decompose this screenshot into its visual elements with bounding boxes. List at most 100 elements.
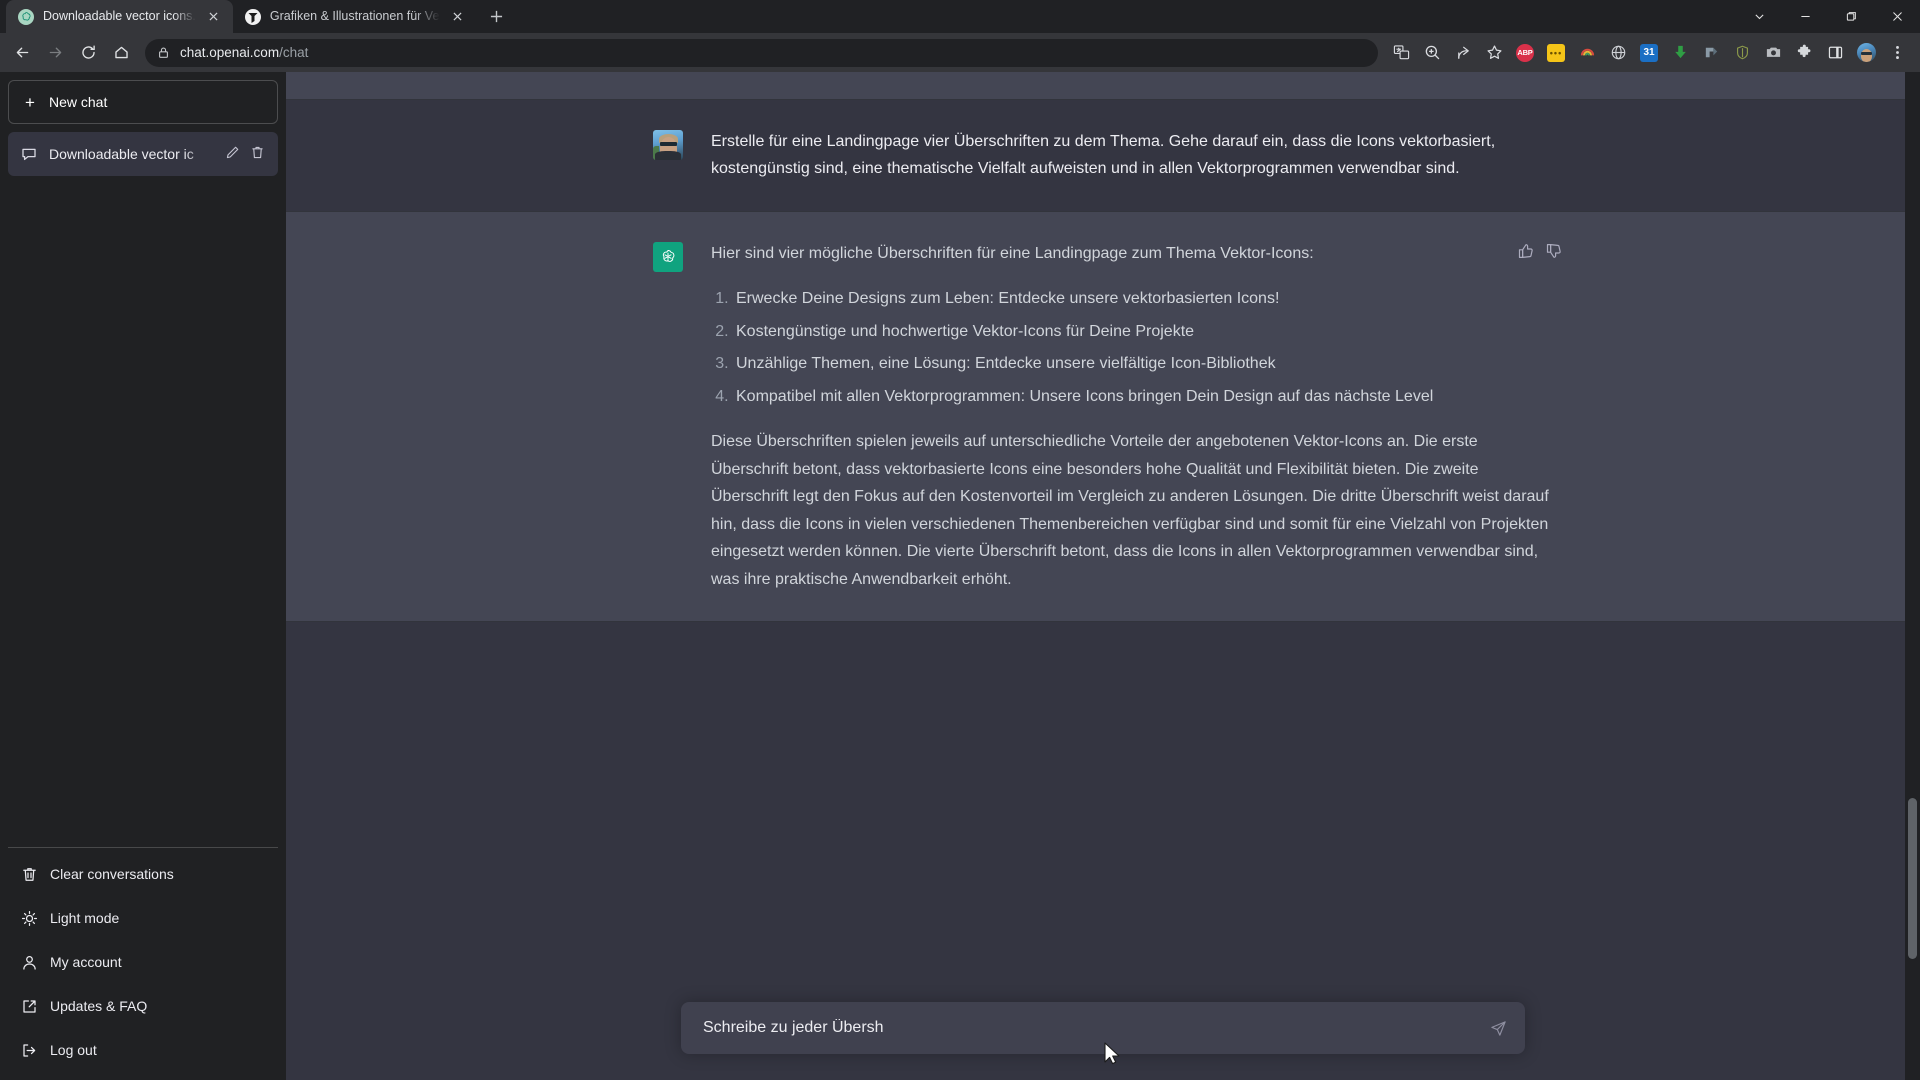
message-body: Hier sind vier mögliche Überschriften fü… bbox=[711, 240, 1553, 594]
openai-logo-avatar bbox=[653, 241, 683, 272]
rainbow-extension[interactable] bbox=[1572, 38, 1602, 68]
sidebar-item-log-out[interactable]: Log out bbox=[8, 1028, 278, 1072]
sun-icon bbox=[21, 910, 38, 927]
forward-arrow-icon[interactable] bbox=[39, 37, 71, 69]
conversation-item-0[interactable]: Downloadable vector ic bbox=[8, 132, 278, 176]
message-assistant: Hier sind vier mögliche Überschriften fü… bbox=[286, 210, 1920, 623]
tutkit-favicon-icon bbox=[244, 8, 261, 25]
minimize-button[interactable] bbox=[1782, 0, 1828, 32]
new-tab-button[interactable] bbox=[483, 2, 511, 30]
bookmark-star-icon[interactable] bbox=[1479, 38, 1509, 68]
list-item: Kompatibel mit allen Vektorprogrammen: U… bbox=[733, 383, 1553, 411]
avatar-body bbox=[655, 150, 681, 160]
profile-avatar-image bbox=[1856, 43, 1876, 62]
message-input[interactable] bbox=[703, 1019, 1475, 1037]
pencil-icon[interactable] bbox=[225, 145, 240, 163]
plus-icon: + bbox=[25, 92, 35, 112]
new-chat-label: New chat bbox=[49, 94, 108, 110]
chat-scroll-area[interactable]: Vektor-Icons zum Herunterladen. Kostenlo… bbox=[286, 72, 1920, 1080]
external-link-icon bbox=[21, 998, 38, 1015]
sidebar-item-label: Updates & FAQ bbox=[50, 998, 148, 1014]
scrollbar-thumb[interactable] bbox=[1908, 797, 1917, 960]
back-arrow-icon[interactable] bbox=[6, 37, 38, 69]
sidebar-item-light-mode[interactable]: Light mode bbox=[8, 896, 278, 940]
messages-container: Vektor-Icons zum Herunterladen. Kostenlo… bbox=[286, 72, 1920, 1080]
url-path: /chat bbox=[279, 45, 309, 60]
user-message-text: Erstelle für eine Landingpage vier Übers… bbox=[711, 132, 1496, 178]
calendar-badge: 31 bbox=[1640, 43, 1658, 62]
sidebar-item-label: Clear conversations bbox=[50, 866, 174, 882]
person-icon bbox=[21, 954, 38, 971]
headline-list: Erwecke Deine Designs zum Leben: Entdeck… bbox=[711, 285, 1553, 410]
message-user: Erstelle für eine Landingpage vier Übers… bbox=[286, 99, 1920, 211]
maximize-button[interactable] bbox=[1828, 0, 1874, 32]
message-body: Erstelle für eine Landingpage vier Übers… bbox=[711, 128, 1553, 183]
list-item: Erwecke Deine Designs zum Leben: Entdeck… bbox=[733, 285, 1553, 313]
message-assistant-partial: Vektor-Icons zum Herunterladen. Kostenlo… bbox=[286, 72, 1920, 100]
extensions-puzzle-icon[interactable] bbox=[1789, 38, 1819, 68]
conversation-actions bbox=[225, 145, 265, 163]
browser-window: Downloadable vector icons. Grafiken & Il… bbox=[0, 0, 1920, 1080]
assistant-lead-text: Hier sind vier mögliche Überschriften fü… bbox=[711, 244, 1314, 262]
url-domain: chat.openai.com bbox=[180, 45, 280, 60]
thumbs-up-icon[interactable] bbox=[1517, 242, 1535, 265]
message-body: Vektor-Icons zum Herunterladen. Kostenlo… bbox=[711, 72, 1553, 75]
sidebar-item-label: Log out bbox=[50, 1042, 97, 1058]
browser-tab-0[interactable]: Downloadable vector icons. bbox=[6, 0, 233, 33]
tab-search-button[interactable] bbox=[1736, 0, 1782, 32]
openai-favicon-icon bbox=[18, 8, 34, 25]
list-item: Unzählige Themen, eine Lösung: Entdecke … bbox=[733, 350, 1553, 378]
close-window-button[interactable] bbox=[1874, 0, 1920, 32]
globe-extension[interactable] bbox=[1603, 38, 1633, 68]
trash-icon[interactable] bbox=[250, 145, 265, 163]
yellow-badge: ••• bbox=[1547, 43, 1565, 62]
composer[interactable] bbox=[681, 1002, 1525, 1054]
yellow-extension[interactable]: ••• bbox=[1541, 38, 1571, 68]
avatar-sunglasses bbox=[660, 141, 677, 146]
message-feedback-controls bbox=[1517, 242, 1563, 265]
tab-title: Downloadable vector icons. bbox=[43, 9, 196, 23]
new-chat-button[interactable]: + New chat bbox=[8, 80, 278, 124]
sidebar-item-clear-conversations[interactable]: Clear conversations bbox=[8, 852, 278, 896]
chat-bubble-icon bbox=[21, 146, 37, 162]
home-icon[interactable] bbox=[105, 37, 137, 69]
adblock-plus-extension[interactable]: ABP bbox=[1510, 38, 1540, 68]
window-controls bbox=[1736, 0, 1920, 32]
browser-tab-1[interactable]: Grafiken & Illustrationen für Vekt bbox=[233, 0, 477, 33]
trash-icon bbox=[21, 866, 38, 883]
url-text: chat.openai.com/chat bbox=[180, 45, 308, 60]
chrome-menu-icon[interactable] bbox=[1882, 38, 1912, 68]
sidebar-item-updates-faq[interactable]: Updates & FAQ bbox=[8, 984, 278, 1028]
sidebar-item-label: My account bbox=[50, 954, 122, 970]
logout-icon bbox=[21, 1042, 38, 1059]
conversation-list: Downloadable vector ic bbox=[8, 132, 278, 176]
assistant-closing-text: Diese Überschriften spielen jeweils auf … bbox=[711, 433, 1549, 588]
sidepanel-icon[interactable] bbox=[1820, 38, 1850, 68]
sidebar-item-label: Light mode bbox=[50, 910, 120, 926]
abp-badge: ABP bbox=[1516, 43, 1534, 62]
list-item: Kostengünstige und hochwertige Vektor-Ic… bbox=[733, 318, 1553, 346]
calendar-extension[interactable]: 31 bbox=[1634, 38, 1664, 68]
thumbs-down-icon[interactable] bbox=[1545, 242, 1563, 265]
address-bar[interactable]: chat.openai.com/chat bbox=[145, 38, 1378, 67]
tab-title: Grafiken & Illustrationen für Vekt bbox=[269, 9, 440, 23]
send-paper-plane-icon[interactable] bbox=[1485, 1015, 1511, 1041]
reload-icon[interactable] bbox=[72, 37, 104, 69]
sidebar-item-my-account[interactable]: My account bbox=[8, 940, 278, 984]
lock-icon bbox=[157, 46, 170, 59]
tab-close-icon[interactable] bbox=[449, 8, 467, 26]
translate-icon[interactable] bbox=[1386, 38, 1416, 68]
shape-extension[interactable] bbox=[1696, 38, 1726, 68]
user-photo-avatar bbox=[653, 129, 683, 160]
sidebar: + New chat Downloadable vector ic Clear … bbox=[0, 72, 286, 1080]
bitwarden-extension[interactable] bbox=[1727, 38, 1757, 68]
tab-close-icon[interactable] bbox=[205, 8, 223, 26]
screenshot-extension[interactable] bbox=[1758, 38, 1788, 68]
page-scrollbar[interactable] bbox=[1905, 72, 1920, 1080]
download-extension[interactable] bbox=[1665, 38, 1695, 68]
browser-toolbar: chat.openai.com/chat ABP ••• 31 bbox=[0, 33, 1920, 72]
profile-avatar[interactable] bbox=[1851, 38, 1881, 68]
zoom-icon[interactable] bbox=[1417, 38, 1447, 68]
share-icon[interactable] bbox=[1448, 38, 1478, 68]
